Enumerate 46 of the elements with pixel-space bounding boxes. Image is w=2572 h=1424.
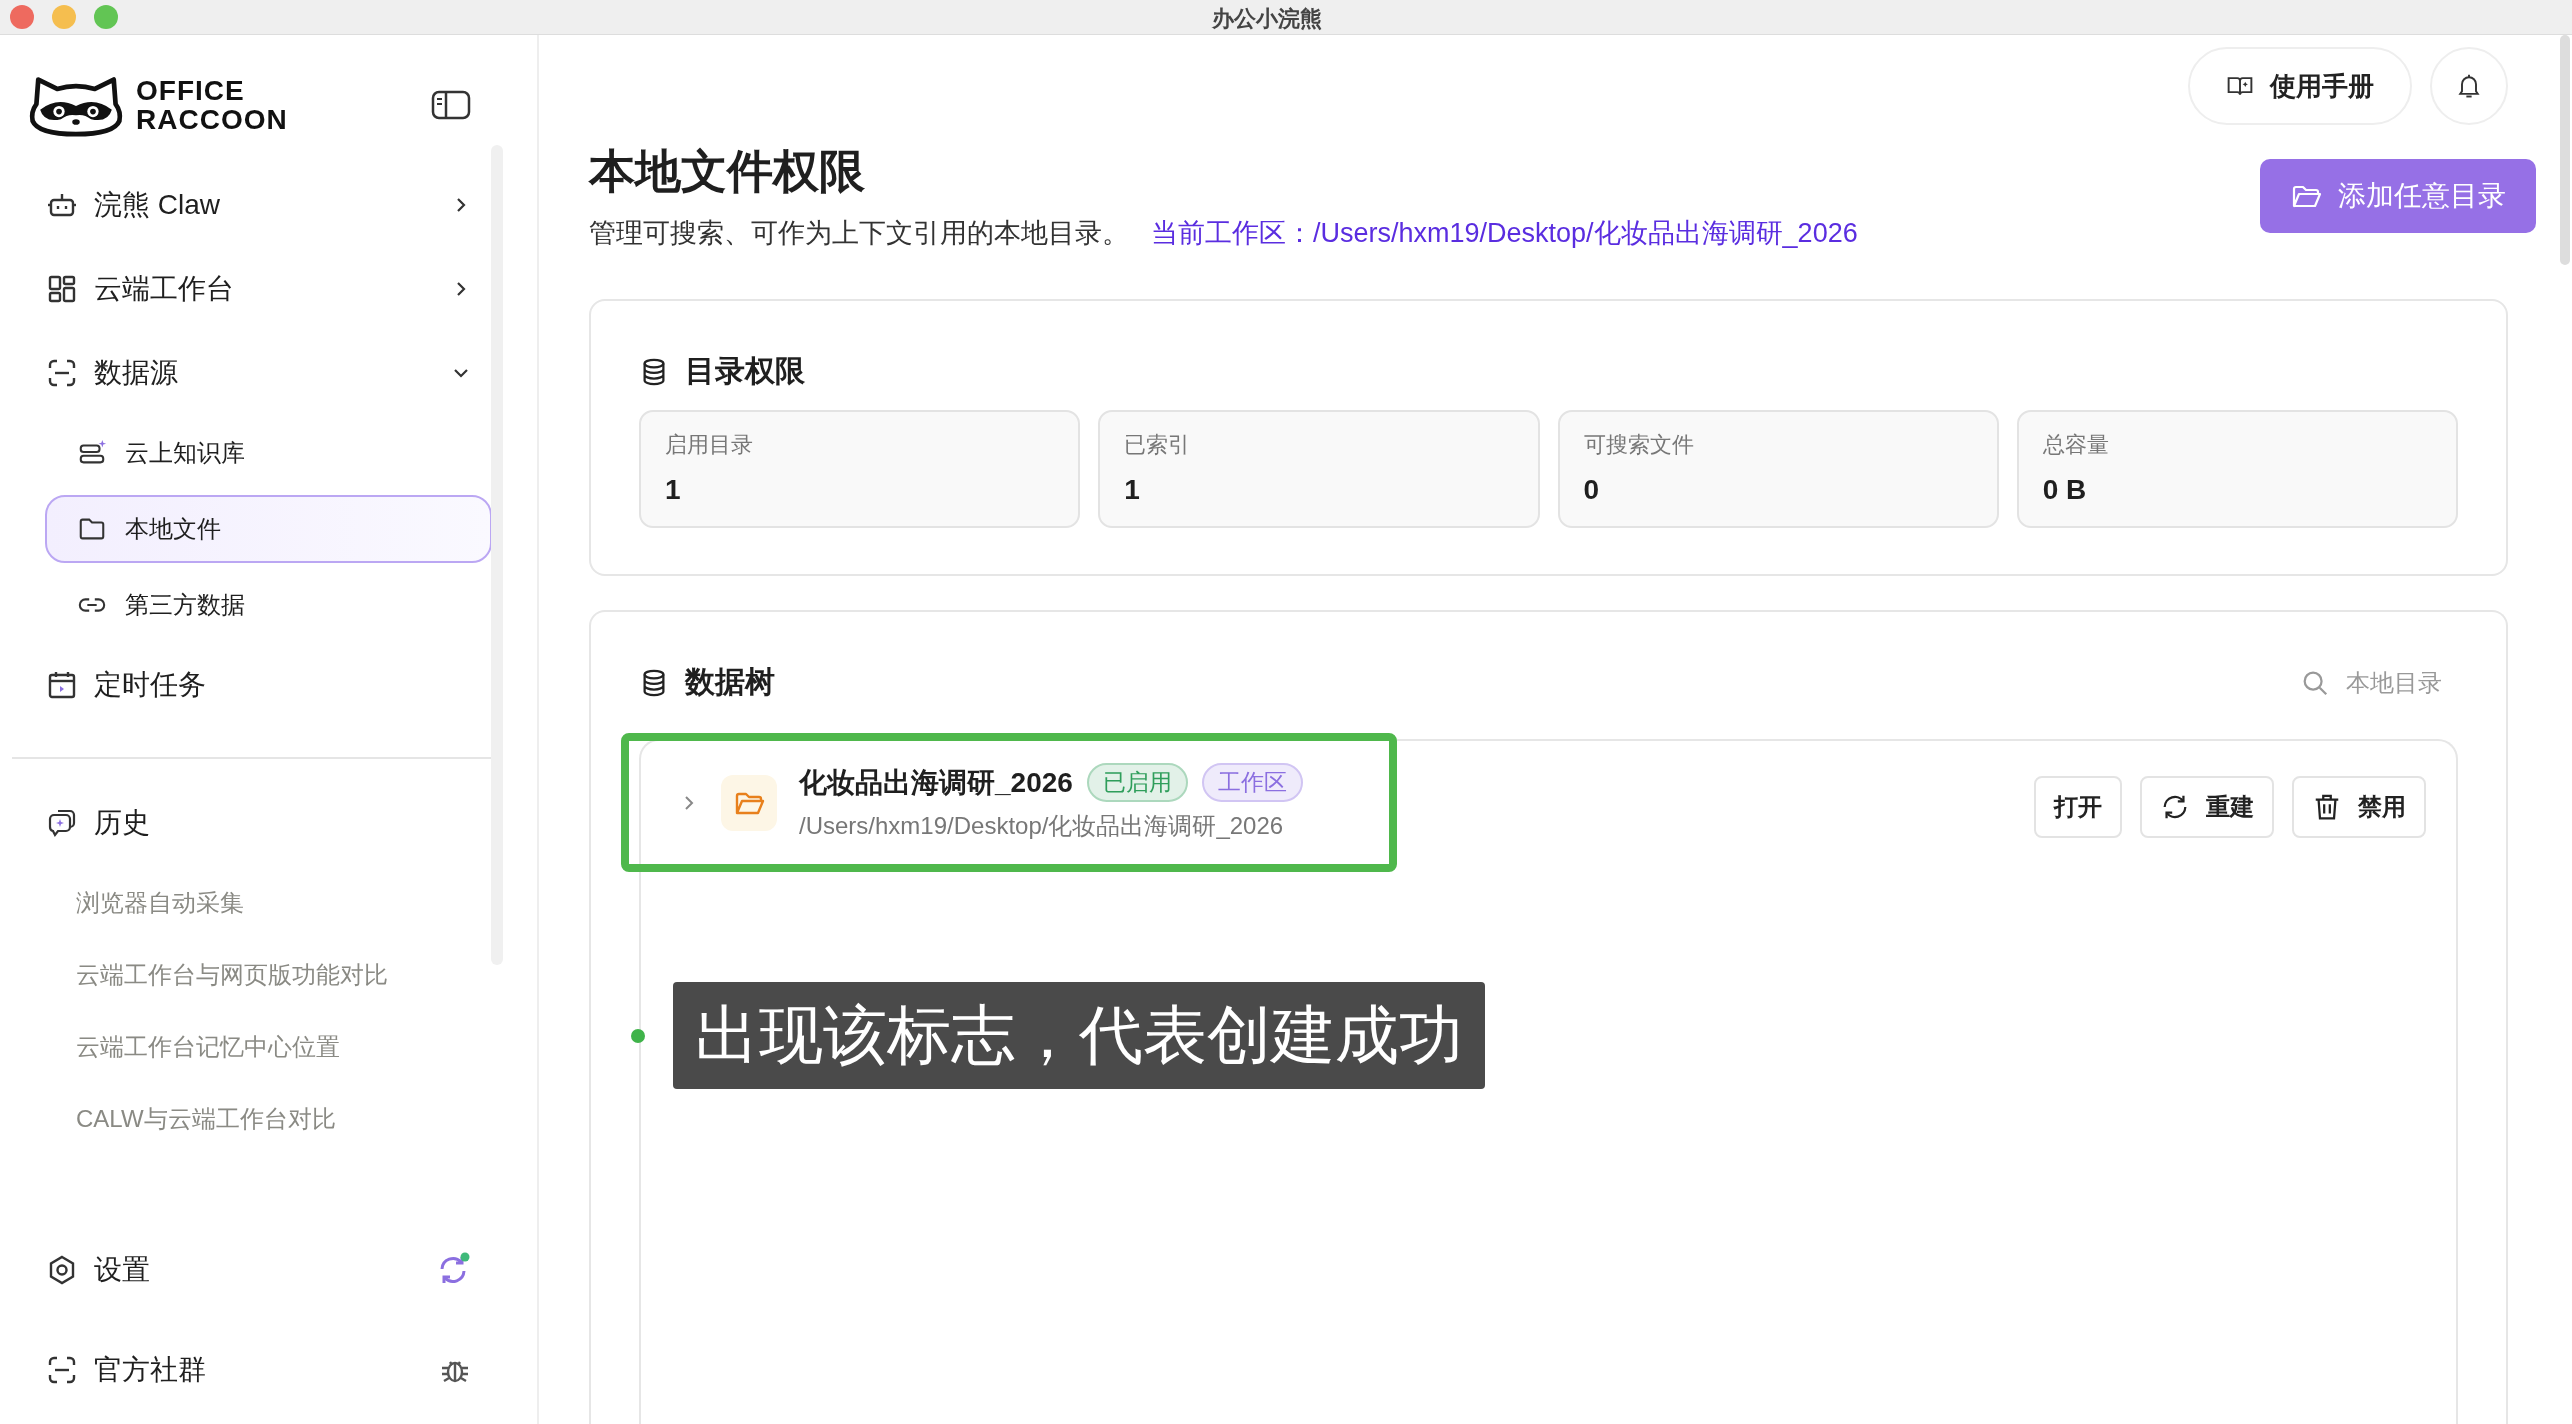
sidebar-toggle-icon[interactable] <box>431 89 471 121</box>
nav-item[interactable]: 数据源 <box>0 331 537 415</box>
stat-value: 0 <box>1583 474 1601 506</box>
nav-sub-item[interactable]: 第三方数据 <box>45 571 492 639</box>
logo-text: RACCOON <box>136 105 288 134</box>
scrollbar[interactable] <box>2560 35 2570 265</box>
page-description: 管理可搜索、可作为上下文引用的本地目录。 <box>589 217 1129 250</box>
manual-button[interactable]: 使用手册 <box>2188 47 2412 125</box>
close-window-button[interactable] <box>10 5 34 29</box>
folder-path: /Users/hxm19/Desktop/化妆品出海调研_2026 <box>799 811 1285 841</box>
card-title: 目录权限 <box>685 353 805 389</box>
stat-label: 启用目录 <box>665 431 754 459</box>
page-title: 本地文件权限 <box>589 144 866 199</box>
annotation-callout: 出现该标志，代表创建成功 <box>673 982 1485 1089</box>
scan-frame-icon <box>46 357 78 389</box>
stat-label: 可搜索文件 <box>1583 431 1695 459</box>
workspace-link[interactable]: 当前工作区：/Users/hxm19/Desktop/化妆品出海调研_2026 <box>1151 215 1858 251</box>
status-tag: 已启用 <box>1086 763 1188 802</box>
logo-text: OFFICE <box>136 76 246 105</box>
nav-sub-item[interactable]: 云上知识库 <box>45 419 492 487</box>
folder-name: 化妆品出海调研_2026 <box>799 765 1073 800</box>
stat-label: 总容量 <box>2042 431 2110 459</box>
card-title: 数据树 <box>685 664 775 700</box>
stat-value: 1 <box>1124 474 1141 506</box>
history-heading: 历史 <box>94 806 150 841</box>
scrollbar[interactable] <box>491 145 503 965</box>
nav-item[interactable]: 定时任务 <box>0 643 537 727</box>
rebuild-button[interactable]: 重建 <box>2140 775 2274 838</box>
stat-value: 1 <box>665 474 682 506</box>
nav-sub-item[interactable]: 本地文件 <box>45 495 492 563</box>
nav-item[interactable]: 浣熊 Claw <box>0 163 537 247</box>
nav-item[interactable]: 官方社群 <box>0 1320 537 1420</box>
zoom-window-button[interactable] <box>94 5 118 29</box>
scan-frame-icon <box>46 1354 78 1386</box>
status-dot <box>631 1028 645 1043</box>
open-button[interactable]: 打开 <box>2034 775 2122 838</box>
nav-item[interactable]: 设置 <box>0 1220 537 1320</box>
status-tag: 工作区 <box>1201 763 1303 802</box>
calendar-icon <box>46 669 78 701</box>
disable-button[interactable]: 禁用 <box>2292 775 2426 838</box>
nav-item[interactable]: 云端工作台 <box>0 247 537 331</box>
add-directory-button[interactable]: 添加任意目录 <box>2260 159 2536 233</box>
stat-value: 0 B <box>2042 474 2088 506</box>
stat-label: 已索引 <box>1124 431 1192 459</box>
window-title: 办公小浣熊 <box>1212 5 1322 33</box>
grid-icon <box>46 273 78 305</box>
